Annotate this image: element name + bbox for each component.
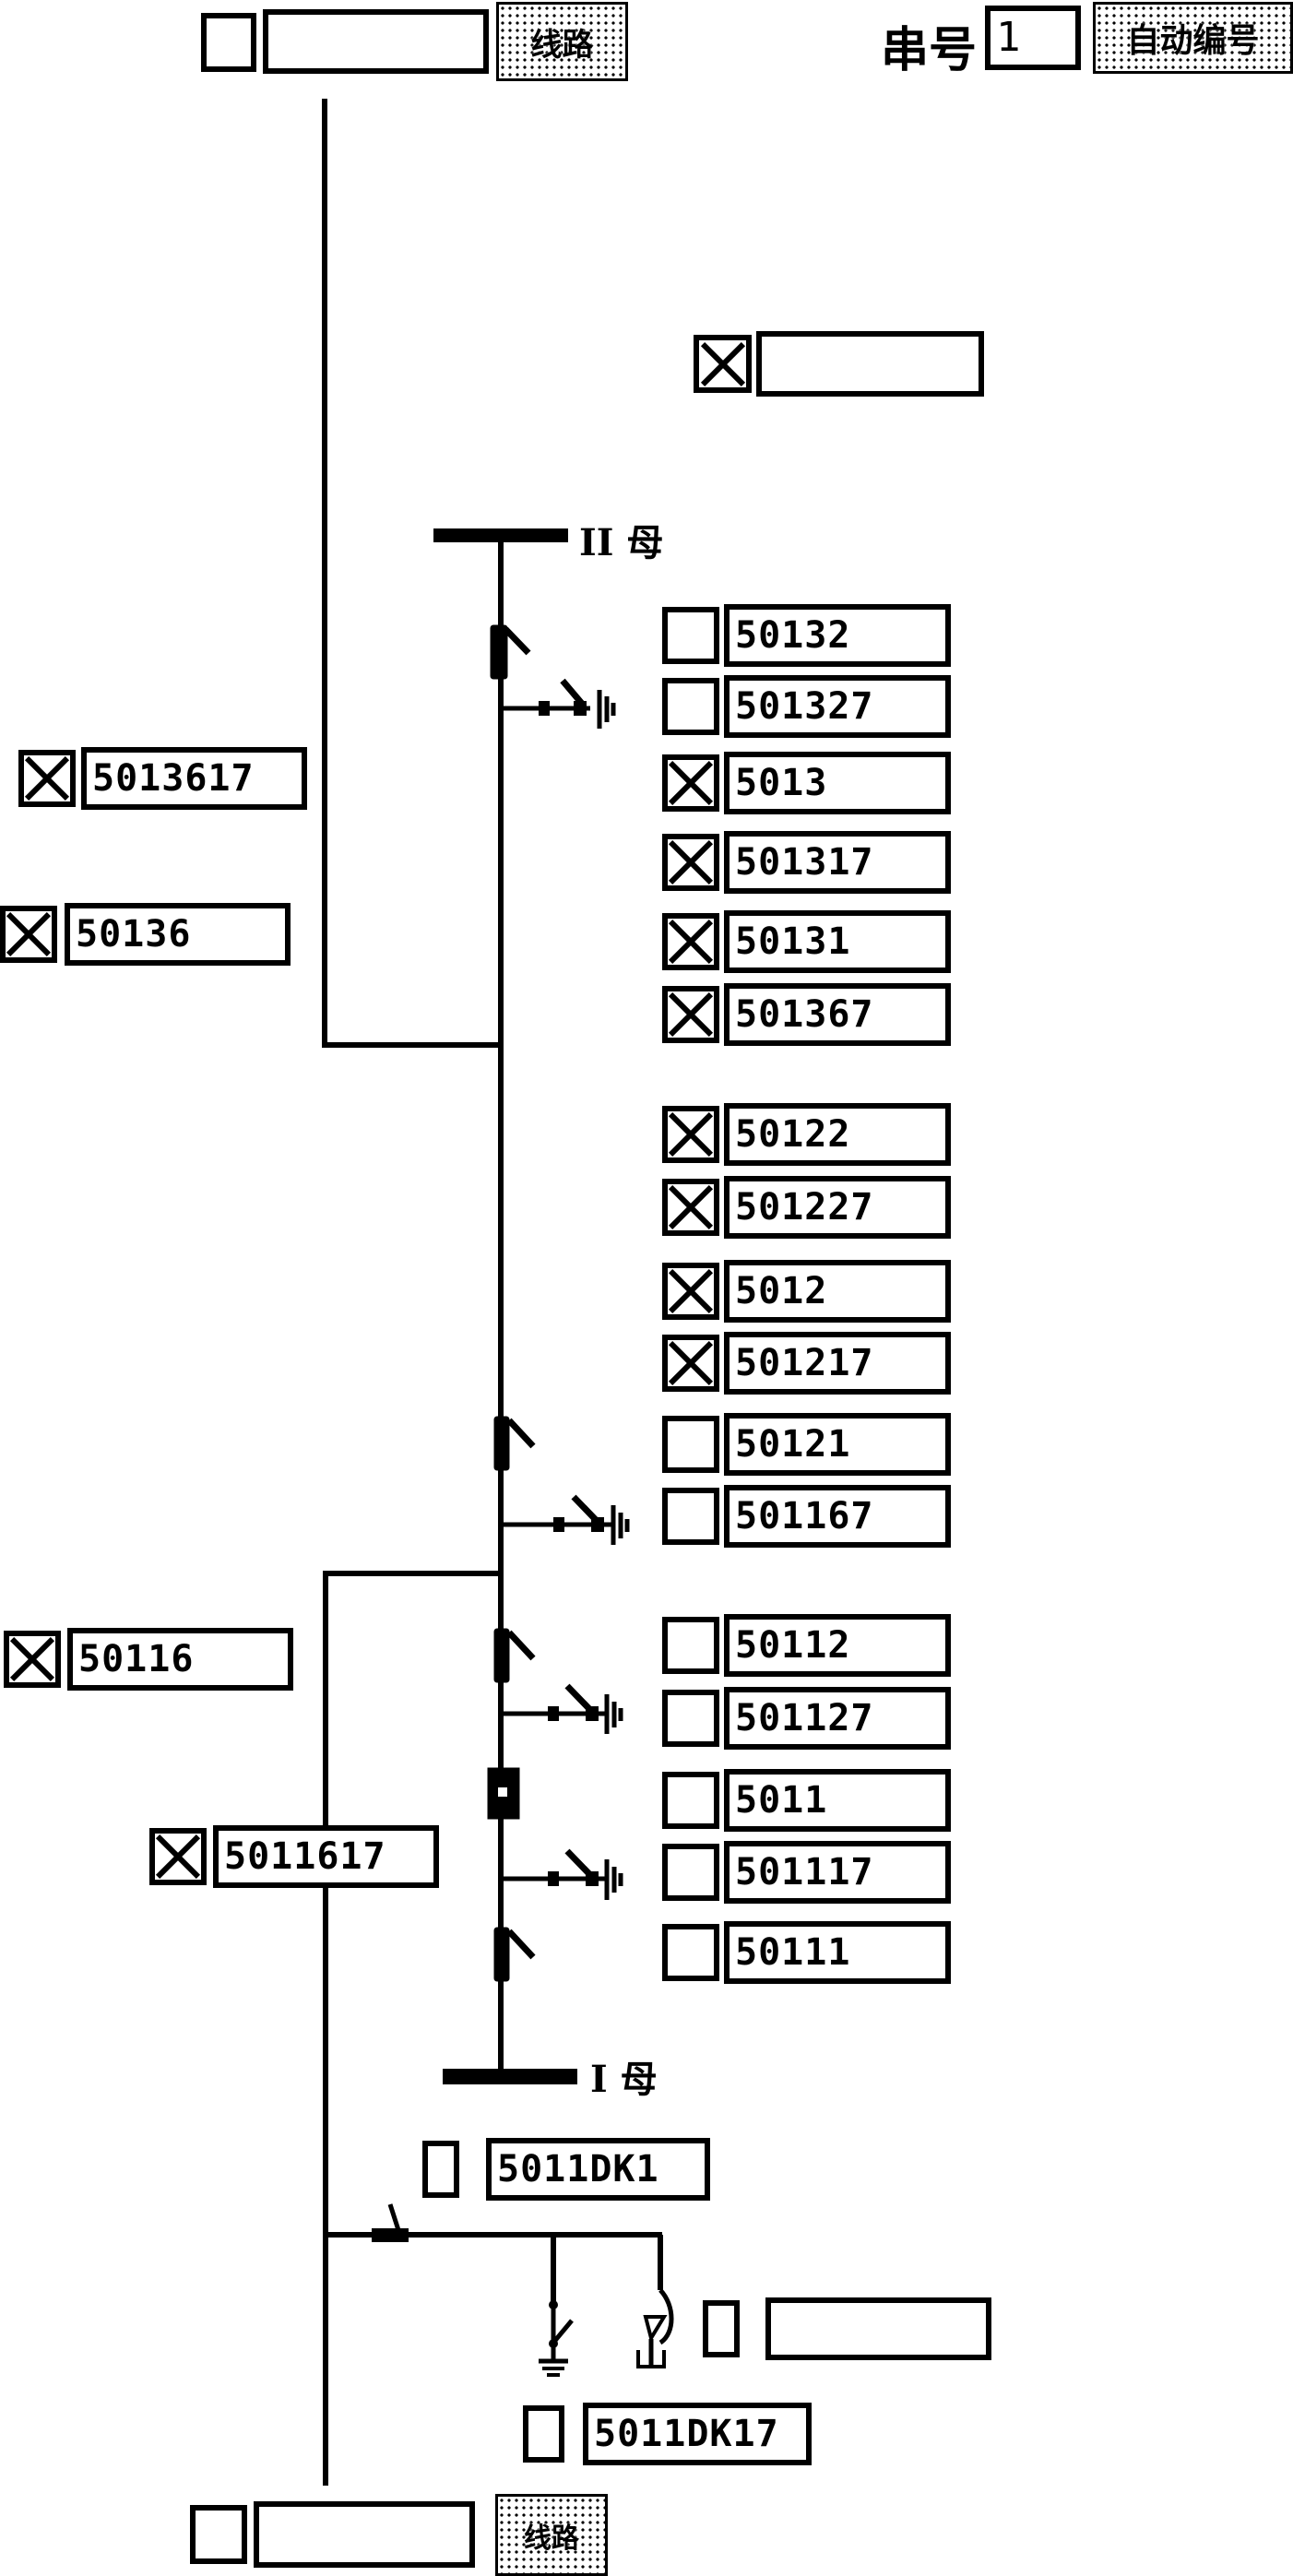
- right-item-checkbox[interactable]: [662, 607, 719, 664]
- left-item-checkbox[interactable]: [4, 1631, 61, 1688]
- right-item-field[interactable]: 50121: [724, 1413, 951, 1476]
- earth-switch-501327-icon[interactable]: [501, 678, 616, 729]
- right-item-checkbox[interactable]: [662, 1844, 719, 1901]
- bus-i-label: I 母: [590, 2058, 658, 2101]
- right-item-field[interactable]: 50132: [724, 604, 951, 667]
- right-item-checkbox[interactable]: [662, 1690, 719, 1747]
- right-item-checkbox[interactable]: [662, 1106, 719, 1163]
- left-item-field[interactable]: 5011617: [213, 1825, 439, 1888]
- reactor-item-field[interactable]: [765, 2297, 991, 2360]
- left-item-checkbox[interactable]: [18, 750, 76, 807]
- reactor-item-field[interactable]: 5011DK1: [486, 2138, 710, 2201]
- reactor-disconnector-5011dk1-icon[interactable]: [372, 2203, 409, 2242]
- bottom-line-field[interactable]: [254, 2501, 475, 2568]
- right-item-field[interactable]: 501167: [724, 1485, 951, 1548]
- right-item-checkbox[interactable]: [662, 1335, 719, 1392]
- right-item-checkbox[interactable]: [662, 1179, 719, 1236]
- right-item-field[interactable]: 501317: [724, 831, 951, 894]
- right-item-field[interactable]: 501217: [724, 1332, 951, 1395]
- auto-number-button[interactable]: 自动编号: [1093, 2, 1293, 74]
- left-item-field[interactable]: 50116: [67, 1628, 293, 1691]
- bus-bar-ii: [433, 528, 568, 542]
- reactor-earth-switch-5011dk17-icon[interactable]: [480, 2241, 574, 2377]
- bus-ii-label: II 母: [579, 521, 664, 564]
- serial-number-label: 串号: [881, 23, 978, 78]
- right-item-checkbox[interactable]: [662, 986, 719, 1043]
- right-item-field[interactable]: 501227: [724, 1176, 951, 1239]
- serial-number-input[interactable]: 1: [985, 6, 1081, 70]
- right-item-field[interactable]: 501327: [724, 675, 951, 738]
- right-item-field[interactable]: 5011: [724, 1769, 951, 1832]
- bottom-line-button-label: 线路: [524, 2522, 579, 2555]
- left-item-checkbox[interactable]: [149, 1828, 207, 1885]
- right-item-checkbox[interactable]: [662, 1488, 719, 1545]
- right-item-checkbox[interactable]: [662, 1772, 719, 1829]
- left-item-field[interactable]: 5013617: [81, 747, 307, 810]
- earthing-switches: [501, 678, 630, 1900]
- disconnector-50132-icon[interactable]: [490, 624, 531, 680]
- bottom-line-checkbox[interactable]: [190, 2505, 247, 2564]
- reactor-item-checkbox[interactable]: [523, 2405, 564, 2463]
- bottom-line-button[interactable]: 线路: [495, 2494, 608, 2576]
- right-item-checkbox[interactable]: [662, 1263, 719, 1320]
- left-item-checkbox[interactable]: [0, 906, 57, 963]
- right-item-checkbox[interactable]: [662, 1416, 719, 1473]
- bus-bar-i: [443, 2069, 577, 2084]
- auto-number-button-label: 自动编号: [1126, 22, 1260, 60]
- right-item-checkbox[interactable]: [662, 834, 719, 891]
- right-item-field[interactable]: 50112: [724, 1614, 951, 1677]
- right-item-field[interactable]: 501367: [724, 983, 951, 1046]
- reactor-item-field[interactable]: 5011DK17: [583, 2403, 812, 2465]
- right-item-field[interactable]: 50111: [724, 1921, 951, 1984]
- right-item-checkbox[interactable]: [662, 754, 719, 812]
- disconnector-50112-icon[interactable]: [493, 1628, 536, 1683]
- right-item-checkbox[interactable]: [662, 1617, 719, 1674]
- right-item-field[interactable]: 501127: [724, 1687, 951, 1750]
- left-item-field[interactable]: 50136: [65, 903, 291, 966]
- disconnector-50121-icon[interactable]: [493, 1416, 536, 1471]
- shunt-reactor-icon: [636, 2288, 674, 2368]
- reactor-item-checkbox[interactable]: [703, 2300, 740, 2357]
- right-item-field[interactable]: 501117: [724, 1841, 951, 1904]
- right-item-field[interactable]: 50131: [724, 910, 951, 973]
- top-line-field[interactable]: [263, 9, 489, 74]
- earth-switch-501117-icon[interactable]: [501, 1848, 623, 1900]
- floating-item-field[interactable]: [756, 331, 984, 397]
- right-item-checkbox[interactable]: [662, 913, 719, 970]
- right-item-field[interactable]: 5012: [724, 1260, 951, 1323]
- top-line-button[interactable]: 线路: [496, 2, 628, 81]
- right-item-checkbox[interactable]: [662, 678, 719, 735]
- disconnector-50111-icon[interactable]: [493, 1927, 536, 1982]
- top-line-button-label: 线路: [530, 26, 594, 64]
- breaker-5011-icon[interactable]: [487, 1767, 520, 1820]
- earth-switch-501127-icon[interactable]: [501, 1683, 623, 1734]
- earth-switch-501167-icon[interactable]: [501, 1494, 630, 1545]
- right-item-field[interactable]: 5013: [724, 752, 951, 814]
- top-line-checkbox[interactable]: [201, 13, 256, 72]
- floating-item-checkbox[interactable]: [694, 335, 752, 393]
- right-item-field[interactable]: 50122: [724, 1103, 951, 1166]
- reactor-item-checkbox[interactable]: [422, 2141, 459, 2198]
- right-item-checkbox[interactable]: [662, 1924, 719, 1981]
